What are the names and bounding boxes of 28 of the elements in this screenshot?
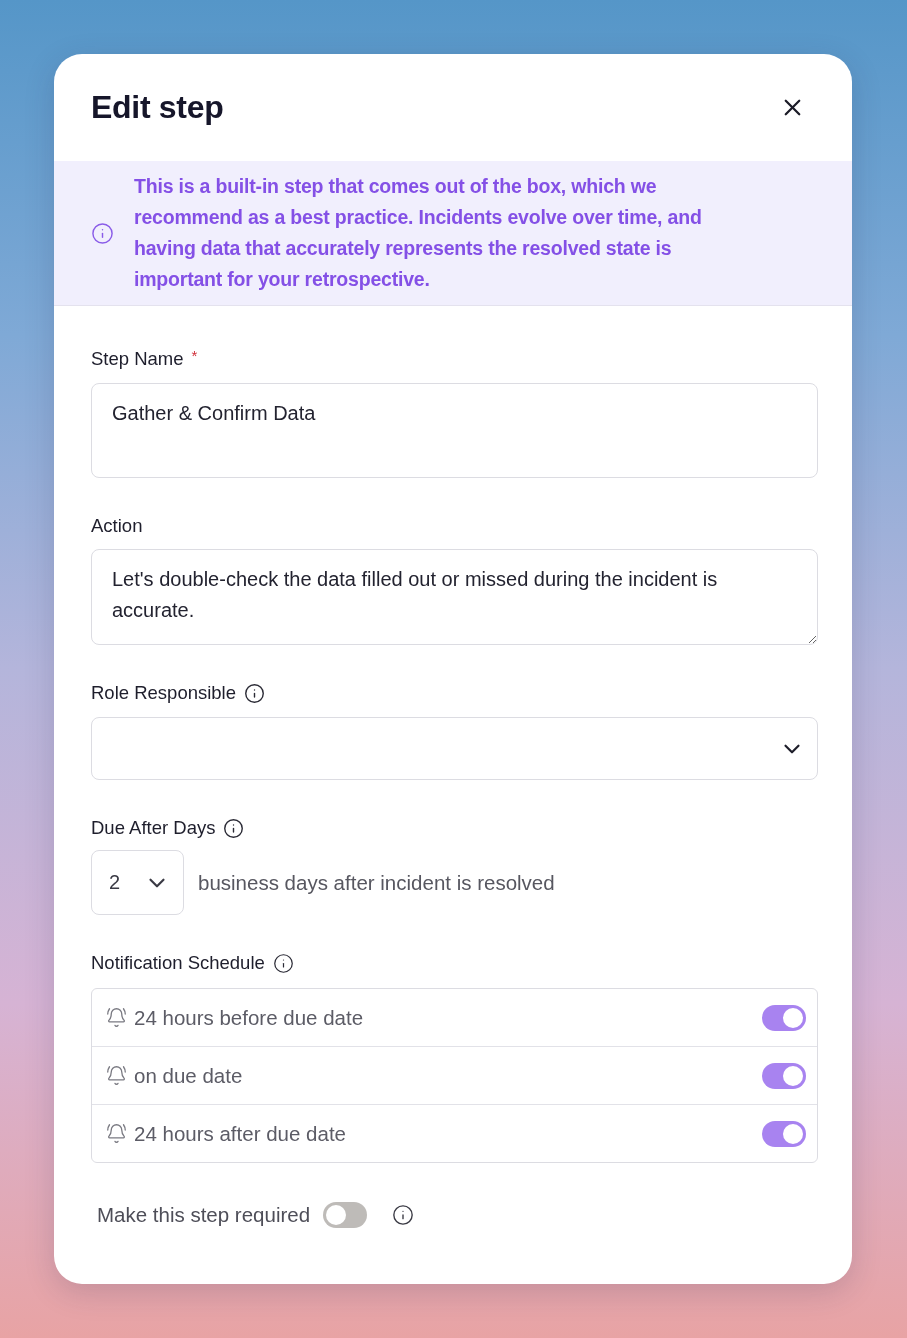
required-label: Make this step required bbox=[97, 1203, 311, 1227]
info-icon bbox=[91, 221, 114, 245]
required-toggle[interactable] bbox=[323, 1202, 368, 1228]
days-suffix-text: business days after incident is resolved bbox=[198, 870, 555, 895]
info-icon[interactable] bbox=[223, 817, 245, 839]
field-label: Action bbox=[91, 515, 143, 537]
notification-label: on due date bbox=[134, 1063, 244, 1088]
field-label: Due After Days bbox=[91, 817, 216, 839]
field-label: Notification Schedule bbox=[91, 952, 265, 974]
notice-text: This is a built-in step that comes out of the box, which we recommend as a best practice. Incidents evolve over time, and having data that accurately represents the resolved state is important for your retrospective. bbox=[134, 174, 703, 292]
notification-toggle[interactable] bbox=[762, 1120, 806, 1147]
step-name-field[interactable]: Gather & Confirm Data bbox=[91, 383, 818, 478]
bell-icon bbox=[106, 1065, 127, 1086]
notification-toggle[interactable] bbox=[762, 1004, 806, 1031]
action-field[interactable]: Let's double-check the data filled out or missed during the incident is accurate. bbox=[91, 549, 818, 645]
required-mark: * bbox=[191, 348, 198, 364]
info-icon[interactable] bbox=[392, 1204, 415, 1226]
dialog-title: Edit step bbox=[91, 89, 224, 126]
bell-icon bbox=[106, 1123, 127, 1144]
notification-label: 24 hours after due date bbox=[134, 1121, 347, 1146]
info-icon[interactable] bbox=[244, 682, 265, 704]
days-select[interactable]: 2 bbox=[91, 850, 184, 915]
field-label: Step Name bbox=[91, 348, 184, 370]
info-icon[interactable] bbox=[272, 952, 294, 974]
bell-icon bbox=[106, 1007, 127, 1028]
notification-label: 24 hours before due date bbox=[134, 1005, 365, 1030]
field-label: Role Responsible bbox=[91, 682, 236, 704]
notification-toggle[interactable] bbox=[762, 1062, 806, 1089]
